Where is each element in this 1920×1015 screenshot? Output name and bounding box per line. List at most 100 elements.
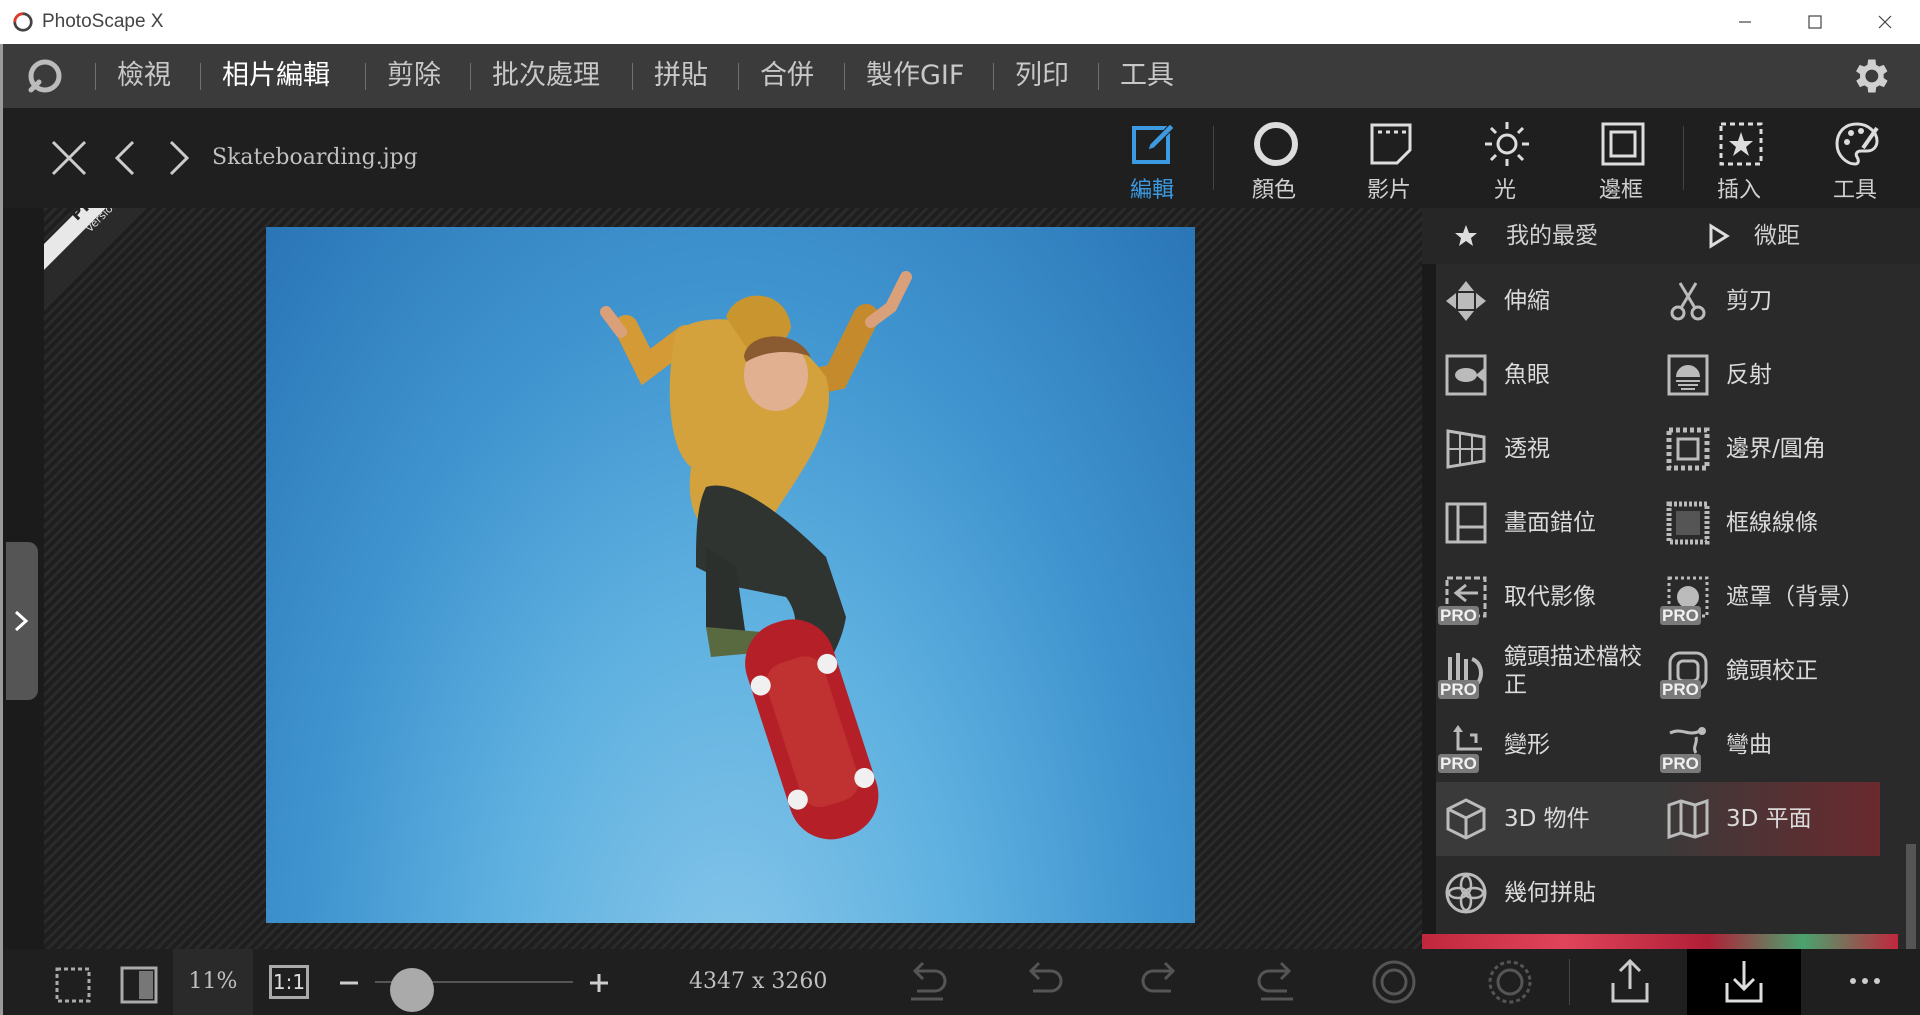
redo-all-icon[interactable]: [1251, 957, 1301, 1007]
bottom-separator: [1569, 959, 1570, 1005]
tool-color-label: 顏色: [1251, 178, 1296, 203]
play-triangle-icon: [1709, 223, 1730, 249]
home-logo-icon[interactable]: [25, 56, 65, 96]
menu-separator: [844, 63, 845, 90]
tool-frame[interactable]: 邊框: [1571, 108, 1671, 208]
frame-icon: [1601, 122, 1645, 166]
favorites-tab[interactable]: 我的最愛: [1506, 208, 1598, 264]
expand-left-panel-button[interactable]: [6, 542, 38, 700]
undo-icon[interactable]: [1019, 957, 1069, 1007]
tool-edit[interactable]: 編輯: [1102, 108, 1202, 208]
photo-preview[interactable]: [266, 227, 1195, 923]
undo-all-icon[interactable]: [903, 957, 953, 1007]
ad-banner[interactable]: [1422, 934, 1898, 949]
tiny-tab[interactable]: 微距: [1754, 208, 1800, 264]
tool-item-3d-plane[interactable]: 3D 平面: [1658, 782, 1880, 856]
tool-item-lens-profile[interactable]: PRO 鏡頭描述檔校正: [1436, 634, 1658, 708]
sun-icon: [1485, 122, 1529, 166]
compare-circle-icon[interactable]: [1485, 957, 1535, 1007]
perspective-grid-icon: [1446, 429, 1486, 469]
menu-item-6[interactable]: 製作GIF: [866, 44, 964, 108]
menu-separator: [632, 63, 633, 90]
tool-item-label: 幾何拼貼: [1504, 880, 1596, 906]
tool-item-reflection[interactable]: 反射: [1658, 338, 1880, 412]
tool-item-geometric-collage[interactable]: 幾何拼貼: [1436, 856, 1658, 930]
maximize-button[interactable]: [1780, 0, 1850, 44]
tool-item-replace-image[interactable]: PRO 取代影像: [1436, 560, 1658, 634]
save-button[interactable]: [1687, 949, 1801, 1015]
menu-item-3[interactable]: 批次處理: [492, 44, 600, 108]
image-dimensions: 4347 x 3260: [689, 969, 828, 994]
tool-item-scissors[interactable]: 剪刀: [1658, 264, 1880, 338]
panel-scrollbar[interactable]: [1902, 264, 1920, 949]
insert-star-icon: [1719, 122, 1763, 166]
tool-item-mask-background[interactable]: PRO 遮罩（背景）: [1658, 560, 1880, 634]
tool-item-fisheye[interactable]: 魚眼: [1436, 338, 1658, 412]
menu-item-0[interactable]: 檢視: [117, 44, 171, 108]
settings-gear-icon[interactable]: [1848, 54, 1892, 98]
palette-icon: [1835, 122, 1879, 166]
tool-item-3d-object[interactable]: 3D 物件: [1436, 782, 1658, 856]
tool-item-label: 3D 平面: [1726, 806, 1812, 832]
tool-color[interactable]: 顏色: [1224, 108, 1324, 208]
tool-item-label: 框線線條: [1726, 510, 1818, 536]
tool-edit-label: 編輯: [1129, 178, 1174, 203]
compare-view-icon[interactable]: [119, 965, 159, 1005]
menu-item-1[interactable]: 相片編輯: [222, 44, 330, 108]
more-options-icon[interactable]: [1845, 969, 1885, 993]
toolbar-separator: [1213, 126, 1214, 190]
original-view-icon[interactable]: [1369, 957, 1419, 1007]
menu-separator: [95, 63, 96, 90]
star-icon: [1455, 225, 1477, 246]
redo-icon[interactable]: [1135, 957, 1185, 1007]
pro-badge: PRO: [1438, 606, 1479, 625]
menu-item-7[interactable]: 列印: [1015, 44, 1069, 108]
tool-item-label: 鏡頭校正: [1726, 658, 1818, 684]
menu-separator: [993, 63, 994, 90]
share-upload-icon[interactable]: [1605, 957, 1655, 1007]
geometric-collage-icon: [1445, 872, 1487, 914]
close-window-button[interactable]: [1850, 0, 1920, 44]
tool-item-perspective[interactable]: 透視: [1436, 412, 1658, 486]
tool-item-label: 遮罩（背景）: [1726, 584, 1864, 610]
tool-tools[interactable]: 工具: [1805, 108, 1905, 208]
app-main: 檢視 相片編輯 剪除 批次處理 拼貼 合併 製作GIF 列印 工具 Skateboarding.…: [0, 44, 1920, 1015]
tool-item-lens-correction[interactable]: PRO 鏡頭校正: [1658, 634, 1880, 708]
photo-canvas[interactable]: PRO Version: [44, 208, 1422, 949]
tool-item-label: 邊界/圓角: [1726, 436, 1826, 462]
close-icon: [1878, 15, 1892, 29]
zoom-in-icon[interactable]: [587, 971, 611, 995]
minimize-button[interactable]: [1710, 0, 1780, 44]
tool-light[interactable]: 光: [1455, 108, 1555, 208]
close-photo-icon[interactable]: [47, 136, 91, 180]
menu-item-4[interactable]: 拼貼: [654, 44, 708, 108]
tool-item-frame-lines[interactable]: 框線線條: [1658, 486, 1880, 560]
zoom-slider-handle[interactable]: [390, 968, 435, 1012]
minimize-icon: [1739, 21, 1751, 23]
zoom-out-icon[interactable]: [337, 971, 361, 995]
tool-item-warp[interactable]: PRO 彎曲: [1658, 708, 1880, 782]
panel-header: 我的最愛 微距: [1422, 208, 1920, 264]
next-photo-icon[interactable]: [155, 136, 199, 180]
tool-item-stretch[interactable]: 伸縮: [1436, 264, 1658, 338]
panel-scroll-thumb[interactable]: [1906, 844, 1916, 949]
tool-insert[interactable]: 插入: [1689, 108, 1789, 208]
previous-photo-icon[interactable]: [105, 136, 149, 180]
tool-item-border-corner[interactable]: 邊界/圓角: [1658, 412, 1880, 486]
zoom-level: 11%: [173, 949, 253, 1015]
menu-item-2[interactable]: 剪除: [387, 44, 441, 108]
tool-item-label: 剪刀: [1726, 288, 1772, 314]
actual-size-button[interactable]: 1:1: [269, 965, 309, 999]
tool-item-transform[interactable]: PRO 變形: [1436, 708, 1658, 782]
menu-item-8[interactable]: 工具: [1120, 44, 1174, 108]
menu-separator: [365, 63, 366, 90]
menu-item-5[interactable]: 合併: [760, 44, 814, 108]
move-arrows-icon: [1446, 281, 1486, 321]
selection-marquee-icon[interactable]: [53, 965, 93, 1005]
tool-item-split-frame[interactable]: 畫面錯位: [1436, 486, 1658, 560]
tool-film[interactable]: 影片: [1339, 108, 1439, 208]
bottom-bar: 11% 1:1 4347 x 3260: [3, 949, 1920, 1015]
skateboarder-figure: [600, 271, 912, 840]
split-frame-icon: [1445, 502, 1487, 544]
save-download-icon: [1725, 961, 1763, 1003]
